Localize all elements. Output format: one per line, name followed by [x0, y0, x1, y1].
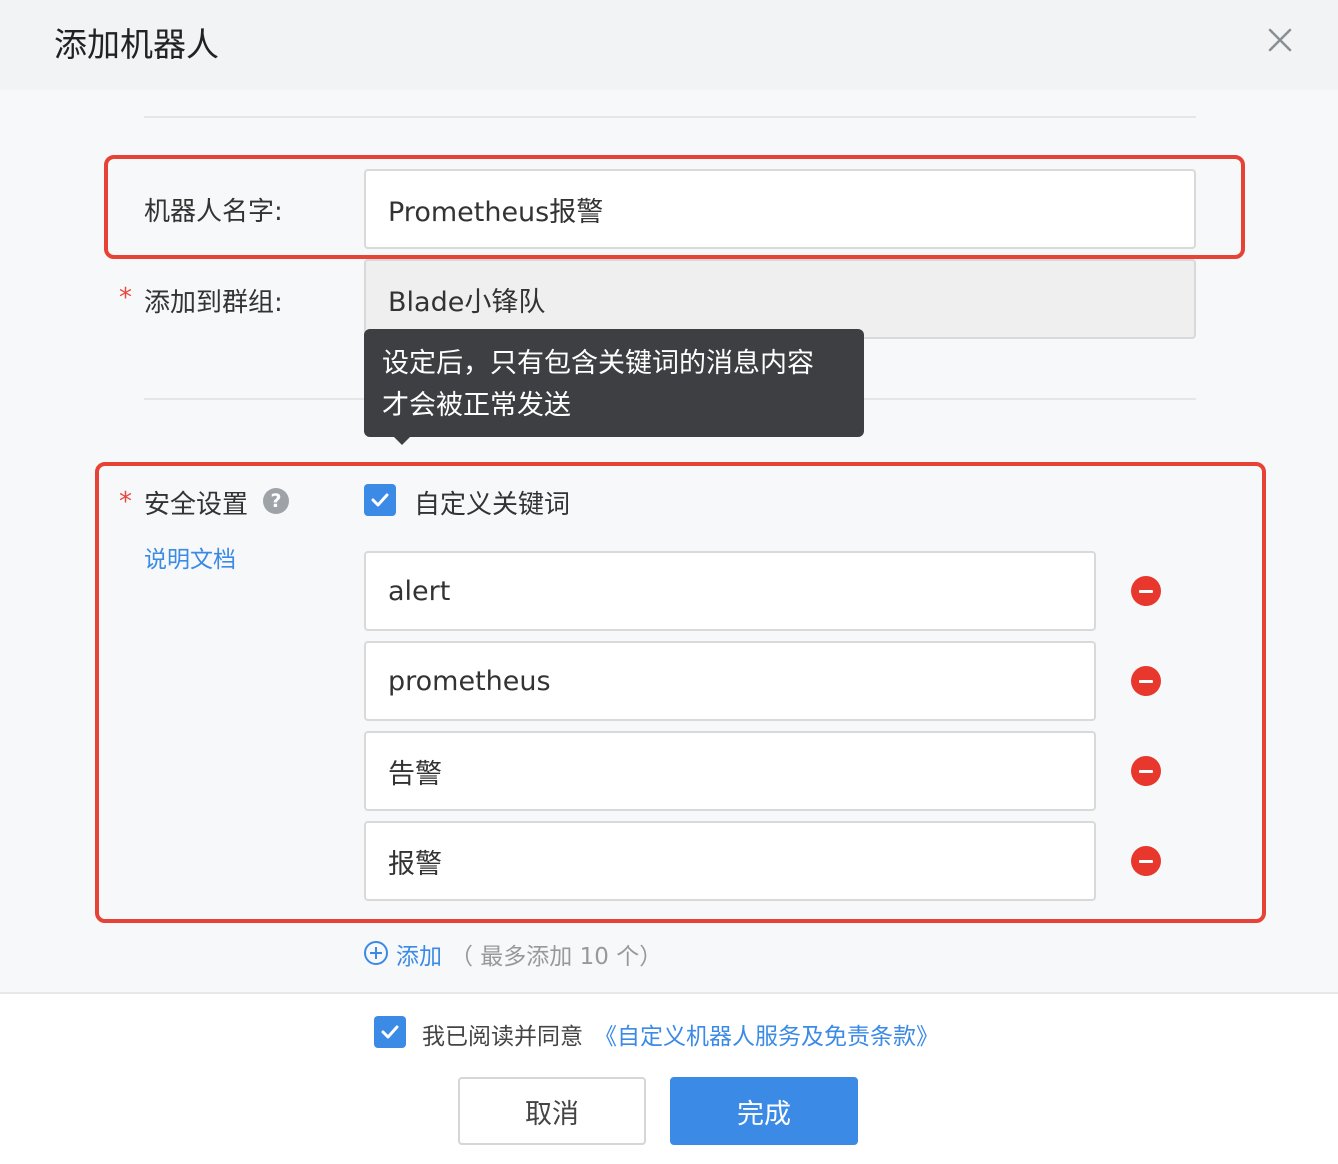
tooltip-line-2: 才会被正常发送	[382, 390, 571, 421]
keyword-input-2[interactable]: prometheus	[364, 641, 1096, 721]
custom-keyword-label: 自定义关键词	[414, 490, 571, 520]
remove-keyword-icon[interactable]	[1131, 846, 1161, 876]
question-icon[interactable]: ?	[263, 488, 289, 514]
check-icon	[381, 1025, 399, 1039]
keyword-input-4[interactable]: 报警	[364, 821, 1096, 901]
robot-name-input[interactable]: Prometheus报警	[364, 169, 1196, 249]
tooltip-arrow	[393, 436, 411, 445]
cancel-button[interactable]: 取消	[458, 1077, 646, 1145]
group-label: 添加到群组:	[144, 288, 283, 318]
keyword-input-1[interactable]: alert	[364, 551, 1096, 631]
finish-button[interactable]: 完成	[670, 1077, 858, 1145]
custom-keyword-checkbox[interactable]	[364, 484, 396, 516]
close-icon[interactable]	[1262, 22, 1298, 58]
top-divider	[144, 116, 1196, 118]
security-label: 安全设置	[144, 490, 249, 520]
remove-keyword-icon[interactable]	[1131, 576, 1161, 606]
agree-checkbox[interactable]	[374, 1016, 406, 1048]
dialog-title: 添加机器人	[54, 25, 219, 64]
keyword-input-3[interactable]: 告警	[364, 731, 1096, 811]
group-field: Blade小锋队	[364, 259, 1196, 339]
remove-keyword-icon[interactable]	[1131, 756, 1161, 786]
check-icon	[371, 493, 389, 507]
keyword-tooltip: 设定后，只有包含关键词的消息内容 才会被正常发送	[364, 329, 864, 437]
doc-link[interactable]: 说明文档	[144, 540, 236, 574]
required-mark: *	[119, 283, 132, 313]
add-keyword-hint: （ 最多添加 10 个）	[450, 944, 663, 970]
robot-name-label: 机器人名字:	[144, 197, 283, 227]
terms-link[interactable]: 《自定义机器人服务及免责条款》	[594, 1017, 939, 1051]
tooltip-line-1: 设定后，只有包含关键词的消息内容	[382, 348, 814, 379]
add-keyword-link[interactable]: 添加	[396, 937, 442, 971]
required-mark: *	[119, 487, 132, 517]
agree-text: 我已阅读并同意	[422, 1024, 583, 1050]
add-circle-icon[interactable]	[363, 940, 389, 966]
remove-keyword-icon[interactable]	[1131, 666, 1161, 696]
